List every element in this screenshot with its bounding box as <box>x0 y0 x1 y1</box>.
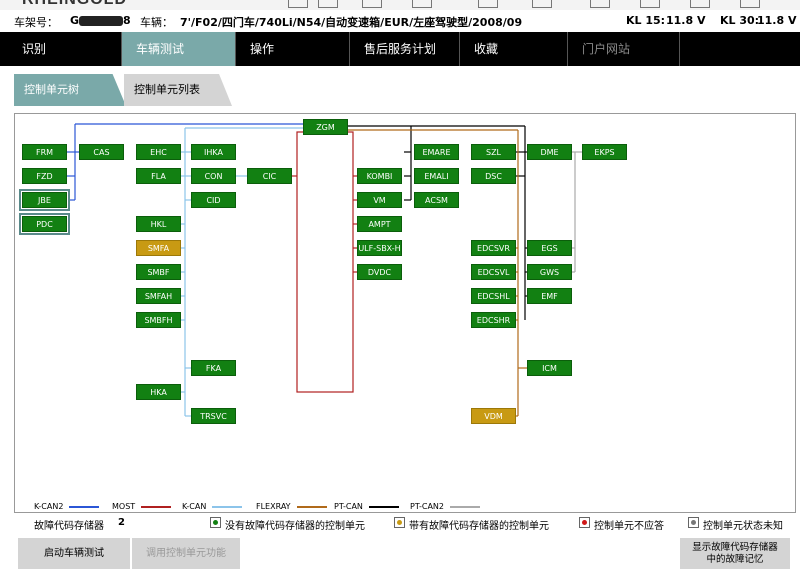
call-ecu-function-button[interactable]: 调用控制单元功能 <box>132 538 240 569</box>
menu-service-plan[interactable]: 售后服务计划 <box>350 32 460 66</box>
status-unknown-icon <box>688 517 699 528</box>
ecu-emf[interactable]: EMF <box>527 288 572 304</box>
status-noresponse-label: 控制单元不应答 <box>594 521 664 532</box>
ecu-smfa[interactable]: SMFA <box>136 240 181 256</box>
ecu-hkl[interactable]: HKL <box>136 216 181 232</box>
ecu-tree-panel: FRM CAS FZD JBE PDC EHC IHKA FLA CON CIC… <box>14 113 796 513</box>
app-title: RHEINGOLD <box>22 0 127 9</box>
ecu-emare[interactable]: EMARE <box>414 144 459 160</box>
ecu-emali[interactable]: EMALI <box>414 168 459 184</box>
ecu-fka[interactable]: FKA <box>191 360 236 376</box>
ecu-gws[interactable]: GWS <box>527 264 572 280</box>
status-ok-label: 没有故障代码存储器的控制单元 <box>225 521 365 532</box>
toolbar-icon-4[interactable] <box>412 0 432 8</box>
ecu-szl[interactable]: SZL <box>471 144 516 160</box>
ecu-fzd[interactable]: FZD <box>22 168 67 184</box>
chassis-number: G8 <box>70 14 131 27</box>
legend-kcan2: K-CAN2 <box>34 502 100 511</box>
ecu-dvdc[interactable]: DVDC <box>357 264 402 280</box>
toolbar-icon-8[interactable] <box>640 0 660 8</box>
legend-most: MOST <box>112 502 172 511</box>
menu-portal[interactable]: 门户网站 <box>568 32 680 66</box>
ecu-hka[interactable]: HKA <box>136 384 181 400</box>
ecu-ekps[interactable]: EKPS <box>582 144 627 160</box>
ecu-frm[interactable]: FRM <box>22 144 67 160</box>
menu-operations[interactable]: 操作 <box>236 32 350 66</box>
toolbar-icon-7[interactable] <box>590 0 610 8</box>
ecu-vdm[interactable]: VDM <box>471 408 516 424</box>
ecu-vm[interactable]: VM <box>357 192 402 208</box>
tab-control-unit-tree[interactable]: 控制单元树 <box>14 74 126 106</box>
bus-lines <box>67 123 582 417</box>
ecu-acsm[interactable]: ACSM <box>414 192 459 208</box>
vehicle-label: 车辆： <box>140 16 173 29</box>
vehicle-value: 7'/F02/四门车/740Li/N54/自动变速箱/EUR/左座驾驶型/200… <box>180 16 523 29</box>
ecu-ampt[interactable]: AMPT <box>357 216 402 232</box>
toolbar-icon-6[interactable] <box>532 0 552 8</box>
menu-vehicle-test[interactable]: 车辆测试 <box>122 32 236 66</box>
toolbar-icon-10[interactable] <box>740 0 760 8</box>
ecu-smbf[interactable]: SMBF <box>136 264 181 280</box>
show-fault-memory-line1: 显示故障代码存储器 <box>692 542 778 553</box>
legend-kcan: K-CAN <box>182 502 243 511</box>
ecu-jbe[interactable]: JBE <box>19 189 70 211</box>
ecu-fla[interactable]: FLA <box>136 168 181 184</box>
bus-legend: K-CAN2 MOST K-CAN FLEXRAY PT-CAN PT-CAN2 <box>14 502 796 514</box>
show-fault-memory-button[interactable]: 显示故障代码存储器 中的故障记忆 <box>680 538 790 569</box>
kl30-label: KL 30: <box>720 14 760 27</box>
status-fault-label: 带有故障代码存储器的控制单元 <box>409 521 549 532</box>
ecu-smfah[interactable]: SMFAH <box>136 288 181 304</box>
ecu-cic[interactable]: CIC <box>247 168 292 184</box>
ecu-icm[interactable]: ICM <box>527 360 572 376</box>
vehicle-info-bar: 车架号： G8 车辆： 7'/F02/四门车/740Li/N54/自动变速箱/E… <box>0 10 800 31</box>
ecu-zgm[interactable]: ZGM <box>303 119 348 135</box>
redaction-mark <box>79 16 124 26</box>
title-strip: RHEINGOLD <box>0 0 800 10</box>
show-fault-memory-line2: 中的故障记忆 <box>706 554 764 565</box>
tab-control-unit-list[interactable]: 控制单元列表 <box>124 74 232 106</box>
ecu-edcshl[interactable]: EDCSHL <box>471 288 516 304</box>
toolbar-icon-5[interactable] <box>478 0 498 8</box>
ecu-ihka[interactable]: IHKA <box>191 144 236 160</box>
sub-tab-bar: 控制单元树 控制单元列表 <box>0 66 800 111</box>
toolbar-icon-1[interactable] <box>288 0 308 8</box>
ecu-trsvc[interactable]: TRSVC <box>191 408 236 424</box>
ecu-pdc[interactable]: PDC <box>19 213 70 235</box>
main-menu: 识别 车辆测试 操作 售后服务计划 收藏 门户网站 <box>0 32 800 66</box>
start-vehicle-test-button[interactable]: 启动车辆测试 <box>18 538 130 569</box>
ecu-cid[interactable]: CID <box>191 192 236 208</box>
status-row: 故障代码存储器 2 没有故障代码存储器的控制单元 带有故障代码存储器的控制单元 … <box>0 516 800 532</box>
kl15-value: 11.8 V <box>666 14 706 27</box>
ecu-edcshr[interactable]: EDCSHR <box>471 312 516 328</box>
legend-ptcan2: PT-CAN2 <box>410 502 480 511</box>
status-fault-icon <box>394 517 405 528</box>
legend-ptcan: PT-CAN <box>334 502 399 511</box>
fault-memory-label: 故障代码存储器 <box>34 521 104 532</box>
menu-identification[interactable]: 识别 <box>8 32 122 66</box>
toolbar-icon-9[interactable] <box>690 0 710 8</box>
ecu-dsc[interactable]: DSC <box>471 168 516 184</box>
ecu-edcsvl[interactable]: EDCSVL <box>471 264 516 280</box>
ecu-smbfh[interactable]: SMBFH <box>136 312 181 328</box>
toolbar-icon-2[interactable] <box>318 0 338 8</box>
kl15-label: KL 15: <box>626 14 666 27</box>
ecu-kombi[interactable]: KOMBI <box>357 168 402 184</box>
toolbar-icon-3[interactable] <box>362 0 382 8</box>
status-unknown-label: 控制单元状态未知 <box>703 521 783 532</box>
ecu-egs[interactable]: EGS <box>527 240 572 256</box>
fault-memory-count: 2 <box>118 517 125 528</box>
chassis-label: 车架号： <box>14 16 58 29</box>
legend-flexray: FLEXRAY <box>256 502 327 511</box>
ecu-edcsvr[interactable]: EDCSVR <box>471 240 516 256</box>
ecu-cas[interactable]: CAS <box>79 144 124 160</box>
status-ok-icon <box>210 517 221 528</box>
ecu-dme[interactable]: DME <box>527 144 572 160</box>
ecu-ulf-sbx-h[interactable]: ULF-SBX-H <box>357 240 402 256</box>
ecu-con[interactable]: CON <box>191 168 236 184</box>
menu-favorites[interactable]: 收藏 <box>460 32 568 66</box>
ecu-ehc[interactable]: EHC <box>136 144 181 160</box>
kl30-value: 11.8 V <box>757 14 797 27</box>
status-noresponse-icon <box>579 517 590 528</box>
